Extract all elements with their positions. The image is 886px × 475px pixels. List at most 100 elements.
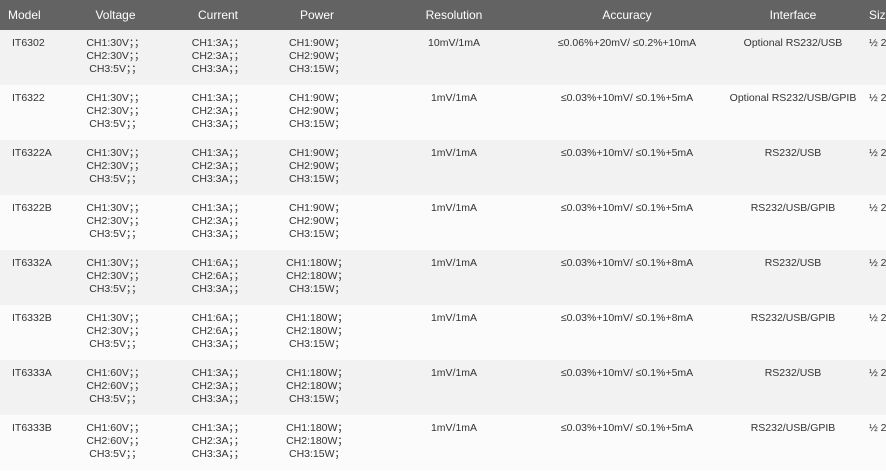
table-row: IT6322 CH1:30V；； CH2:30V；； CH3:5V；； CH1:3A；；… [0,85,886,140]
cell-model: IT6302 [12,37,45,49]
header-voltage: Voltage [95,8,136,22]
cell-power: CH1:90W； CH2:90W； CH3:15W； [263,195,371,250]
cell-accuracy: ≤0.03%+10mV/ ≤0.1%+8mA [560,312,694,324]
cell-model: IT6322 [12,92,45,104]
cell-power-line: CH2:180W； [286,325,348,337]
cell-voltage: CH1:30V；； CH2:30V；； CH3:5V；； [58,85,173,140]
cell-power-line: CH2:90W； [288,105,345,117]
spec-table: Model Voltage Current Power Resolution A… [0,0,886,470]
cell-power-line: CH3:15W； [288,228,345,240]
cell-resolution: 1mV/1mA [430,147,478,159]
cell-voltage-line: CH2:30V；； [86,215,145,227]
cell-power-line: CH3:15W； [288,338,345,350]
cell-power-line: CH1:90W； [288,37,345,49]
cell-power: CH1:180W； CH2:180W； CH3:15W； [263,415,371,470]
cell-interface: Optional RS232/USB [743,37,843,49]
cell-voltage-line: CH3:5V；； [89,283,142,295]
cell-voltage-line: CH1:60V；； [86,367,145,379]
cell-current-line: CH3:3A；； [191,283,245,295]
cell-current-line: CH1:3A；； [191,147,245,159]
cell-power-line: CH3:15W； [288,448,345,460]
cell-power: CH1:180W； CH2:180W； CH3:15W； [263,250,371,305]
cell-voltage-line: CH2:30V；； [86,105,145,117]
header-power: Power [299,8,334,22]
cell-accuracy: ≤0.03%+10mV/ ≤0.1%+5mA [560,92,694,104]
cell-model: IT6332A [12,257,52,269]
cell-current-line: CH3:3A；； [191,118,245,130]
cell-power-line: CH2:180W； [286,270,348,282]
cell-accuracy: ≤0.03%+10mV/ ≤0.1%+8mA [560,257,694,269]
cell-voltage-line: CH2:30V；； [86,50,145,62]
cell-model: IT6333B [12,422,52,434]
cell-current-line: CH1:3A；； [191,202,245,214]
cell-current-line: CH2:6A；； [191,270,245,282]
header-accuracy: Accuracy [602,8,652,22]
cell-current-line: CH1:3A；； [191,92,245,104]
cell-voltage: CH1:30V；； CH2:30V；； CH3:5V；； [58,140,173,195]
cell-resolution: 1mV/1mA [430,312,478,324]
cell-voltage-line: CH1:30V；； [86,257,145,269]
cell-current: CH1:3A；； CH2:3A；； CH3:3A；； [173,195,263,250]
cell-current-line: CH2:3A；； [191,380,245,392]
cell-current-line: CH1:6A；； [191,257,245,269]
cell-voltage: CH1:30V；； CH2:30V；； CH3:5V；； [58,30,173,85]
cell-size: ½ 2U [869,257,886,269]
cell-interface: RS232/USB/GPIB [750,312,836,324]
cell-accuracy: ≤0.06%+20mV/ ≤0.2%+10mA [557,37,697,49]
cell-size: ½ 2U [869,202,886,214]
cell-current-line: CH2:3A；； [191,435,245,447]
cell-voltage-line: CH2:60V；； [86,435,145,447]
cell-voltage: CH1:30V；； CH2:30V；； CH3:5V；； [58,305,173,360]
cell-accuracy: ≤0.03%+10mV/ ≤0.1%+5mA [560,202,694,214]
cell-current-line: CH2:3A；； [191,105,245,117]
cell-voltage-line: CH1:30V；； [86,37,145,49]
cell-voltage-line: CH1:60V；； [86,422,145,434]
header-size: Size [869,8,886,22]
cell-voltage-line: CH2:30V；； [86,270,145,282]
table-header: Model Voltage Current Power Resolution A… [0,0,886,30]
cell-voltage-line: CH2:30V；； [86,160,145,172]
cell-power-line: CH3:15W； [288,393,345,405]
cell-power: CH1:90W； CH2:90W； CH3:15W； [263,140,371,195]
cell-current-line: CH3:3A；； [191,448,245,460]
cell-current-line: CH3:3A；； [191,228,245,240]
cell-current: CH1:3A；； CH2:3A；； CH3:3A；； [173,360,263,415]
cell-current: CH1:3A；； CH2:3A；； CH3:3A；； [173,415,263,470]
cell-interface: RS232/USB/GPIB [750,202,836,214]
cell-size: ½ 2U [869,367,886,379]
cell-power-line: CH2:180W； [286,380,348,392]
cell-power-line: CH1:180W； [286,257,348,269]
cell-current: CH1:6A；； CH2:6A；； CH3:3A；； [173,305,263,360]
cell-current-line: CH2:3A；； [191,50,245,62]
cell-current-line: CH3:3A；； [191,173,245,185]
cell-current-line: CH3:3A；； [191,338,245,350]
cell-power: CH1:180W； CH2:180W； CH3:15W； [263,305,371,360]
cell-voltage-line: CH3:5V；； [89,173,142,185]
cell-voltage-line: CH3:5V；； [89,118,142,130]
header-model: Model [8,8,41,22]
cell-power-line: CH1:180W； [286,367,348,379]
cell-current-line: CH1:3A；； [191,367,245,379]
cell-voltage: CH1:60V；； CH2:60V；； CH3:5V；； [58,415,173,470]
cell-current: CH1:3A；； CH2:3A；； CH3:3A；； [173,140,263,195]
cell-power-line: CH3:15W； [288,63,345,75]
cell-current: CH1:3A；； CH2:3A；； CH3:3A；； [173,85,263,140]
cell-current-line: CH2:6A；； [191,325,245,337]
cell-model: IT6332B [12,312,52,324]
cell-voltage-line: CH1:30V；； [86,147,145,159]
cell-voltage-line: CH3:5V；； [89,228,142,240]
cell-power: CH1:90W； CH2:90W； CH3:15W； [263,85,371,140]
cell-interface: Optional RS232/USB/GPIB [729,92,857,104]
cell-power-line: CH3:15W； [288,283,345,295]
cell-voltage-line: CH3:5V；； [89,393,142,405]
cell-size: ½ 2U [869,92,886,104]
cell-power: CH1:180W； CH2:180W； CH3:15W； [263,360,371,415]
cell-power-line: CH1:90W； [288,92,345,104]
cell-resolution: 1mV/1mA [430,367,478,379]
cell-current-line: CH3:3A；； [191,393,245,405]
cell-voltage-line: CH3:5V；； [89,448,142,460]
cell-resolution: 1mV/1mA [430,92,478,104]
cell-voltage-line: CH1:30V；； [86,92,145,104]
cell-power-line: CH1:90W； [288,202,345,214]
cell-resolution: 1mV/1mA [430,422,478,434]
